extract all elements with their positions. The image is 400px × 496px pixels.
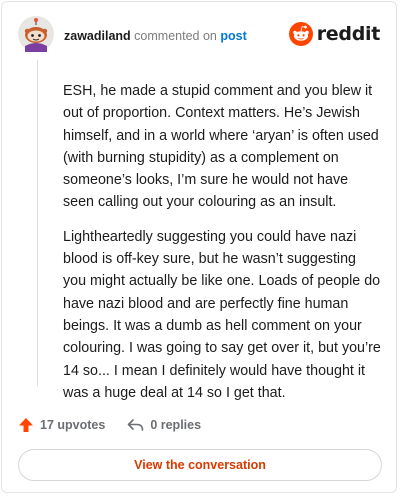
comment-card: zawadiland commented on post reddit ESH,… [1,1,397,493]
comment-paragraph: ESH, he made a stupid comment and you bl… [63,83,379,211]
reply-arrow-icon [128,419,144,431]
comment-paragraph: Lightheartedly suggesting you could have… [63,228,381,401]
user-avatar[interactable] [18,16,54,52]
upvote-count: 17 upvotes [40,418,106,432]
post-link[interactable]: post [220,29,246,43]
reddit-logo[interactable]: reddit [288,21,381,47]
comment-byline: zawadiland commented on post [64,28,247,44]
thread-line [37,60,38,386]
upvote-button[interactable]: 17 upvotes [18,417,105,433]
byline-verb: commented on [134,29,217,43]
upvote-arrow-icon [19,418,33,432]
replies-button[interactable]: 0 replies [127,418,201,432]
snoo-avatar-icon [18,16,54,52]
comment-actions: 17 upvotes 0 replies [18,414,223,436]
comment-body: ESH, he made a stupid comment and you bl… [63,80,381,416]
comment-header: zawadiland commented on post reddit [18,16,380,56]
reply-count: 0 replies [150,418,202,432]
username-link[interactable]: zawadiland [64,29,131,43]
reddit-wordmark: reddit [316,23,381,45]
reddit-alien-icon [288,22,313,46]
view-conversation-button[interactable]: View the conversation [18,449,382,481]
